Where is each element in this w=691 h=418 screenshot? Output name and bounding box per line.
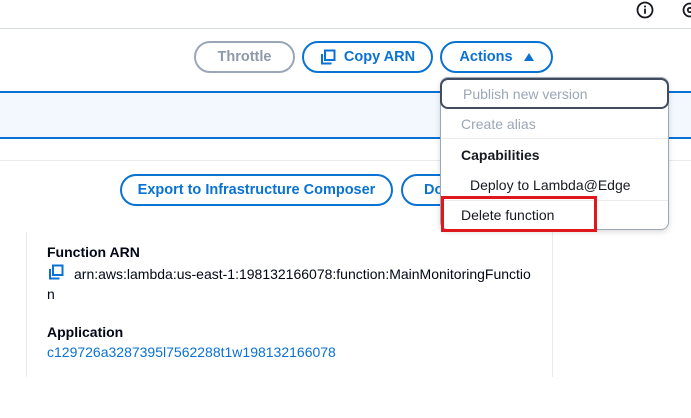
copy-icon <box>320 49 336 65</box>
top-navigation-bar <box>0 0 691 29</box>
settings-icon[interactable] <box>681 1 691 19</box>
throttle-button[interactable]: Throttle <box>194 41 295 73</box>
function-arn-label: Function ARN <box>47 244 140 260</box>
application-link[interactable]: c129726a3287395l7562288t1w198132166078 <box>47 344 336 360</box>
menu-item-publish-new-version: Publish new version <box>440 78 669 109</box>
caret-up-icon <box>523 53 534 61</box>
menu-group-capabilities-heading: Capabilities <box>461 146 540 163</box>
delete-function-highlight-box <box>441 196 597 232</box>
actions-label: Actions <box>459 49 513 65</box>
actions-button[interactable]: Actions <box>440 41 553 73</box>
export-infrastructure-composer-button[interactable]: Export to Infrastructure Composer <box>120 174 393 206</box>
details-panel-border-left <box>26 232 27 377</box>
copy-arn-button[interactable]: Copy ARN <box>302 41 433 73</box>
copy-arn-label: Copy ARN <box>343 49 416 65</box>
menu-item-create-alias: Create alias <box>441 109 668 139</box>
details-panel-border-right <box>552 232 553 377</box>
function-arn-value: arn:aws:lambda:us-east-1:198132166078:fu… <box>47 266 531 302</box>
info-icon[interactable] <box>636 1 654 19</box>
application-label: Application <box>47 324 124 340</box>
